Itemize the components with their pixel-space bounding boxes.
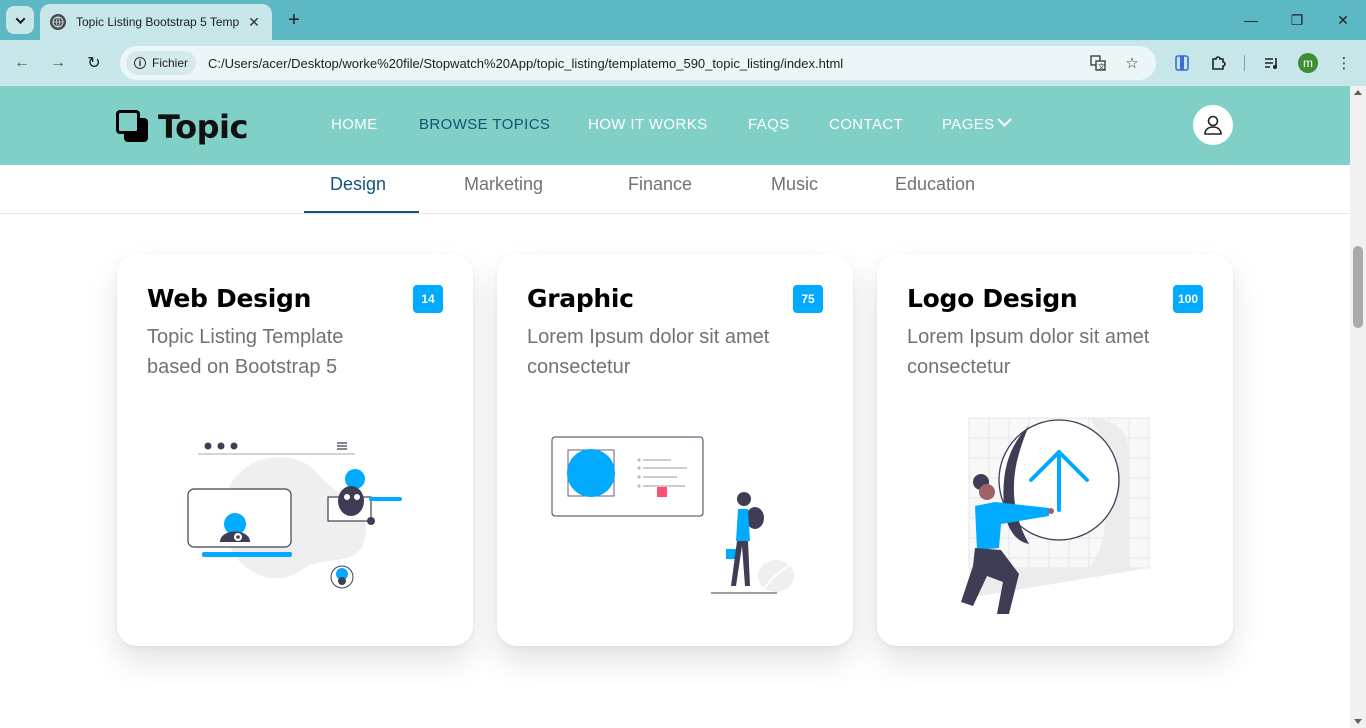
minimize-button[interactable]: — — [1228, 0, 1274, 40]
brand-name: Topic — [158, 108, 248, 146]
tab-design[interactable]: Design — [330, 174, 386, 195]
reload-button[interactable]: ↻ — [80, 49, 108, 77]
card-title: Logo Design — [907, 284, 1078, 313]
squares-icon — [116, 110, 150, 144]
info-icon: i — [134, 57, 146, 69]
user-account-button[interactable] — [1193, 105, 1233, 145]
site-info-chip[interactable]: i Fichier — [126, 51, 197, 75]
browser-toolbar: ← → ↻ i Fichier C:/Users/acer/Desktop/wo… — [0, 40, 1366, 86]
tab-music[interactable]: Music — [771, 174, 818, 195]
browser-titlebar: Topic Listing Bootstrap 5 Temp ✕ + — ❐ ✕ — [0, 0, 1366, 40]
topic-card-graphic[interactable]: Graphic Lorem Ipsum dolor sit amet conse… — [497, 254, 853, 646]
card-description: Topic Listing Template based on Bootstra… — [147, 326, 344, 378]
kebab-menu-icon[interactable]: ⋮ — [1334, 53, 1354, 73]
globe-icon — [50, 14, 66, 30]
toolbar-divider — [1244, 55, 1245, 71]
nav-contact[interactable]: CONTACT — [829, 116, 903, 133]
translate-icon[interactable]: 文 — [1088, 53, 1108, 73]
bookmark-star-icon[interactable]: ☆ — [1122, 53, 1142, 73]
scroll-up-arrow-icon[interactable] — [1354, 90, 1362, 95]
page-viewport: Topic HOME BROWSE TOPICS HOW IT WORKS FA… — [0, 86, 1350, 728]
card-description: Lorem Ipsum dolor sit amet consectetur — [907, 326, 1150, 378]
address-bar[interactable]: i Fichier C:/Users/acer/Desktop/worke%20… — [120, 46, 1156, 80]
back-button[interactable]: ← — [8, 49, 36, 77]
site-navbar: Topic HOME BROWSE TOPICS HOW IT WORKS FA… — [0, 86, 1350, 165]
close-tab-icon[interactable]: ✕ — [246, 14, 262, 30]
logo-design-illustration — [961, 417, 1150, 614]
nav-how-it-works[interactable]: HOW IT WORKS — [588, 116, 708, 133]
svg-text:文: 文 — [1098, 62, 1105, 71]
nav-pages-dropdown[interactable]: PAGES — [942, 112, 1012, 133]
brand-logo[interactable]: Topic — [116, 108, 248, 146]
nav-browse-topics[interactable]: BROWSE TOPICS — [419, 116, 550, 133]
topic-card-logo-design[interactable]: Logo Design Lorem Ipsum dolor sit amet c… — [877, 254, 1233, 646]
tab-title: Topic Listing Bootstrap 5 Temp — [76, 15, 240, 29]
site-chip-label: Fichier — [152, 56, 189, 70]
topic-count-badge: 75 — [793, 285, 823, 313]
tab-finance[interactable]: Finance — [628, 174, 692, 195]
scroll-down-arrow-icon[interactable] — [1354, 719, 1362, 724]
profile-avatar[interactable]: m — [1298, 53, 1318, 73]
tab-marketing[interactable]: Marketing — [464, 174, 543, 195]
tab-search-button[interactable] — [6, 6, 34, 34]
media-control-icon[interactable] — [1262, 53, 1282, 73]
new-tab-button[interactable]: + — [282, 8, 306, 32]
scrollbar-thumb[interactable] — [1353, 246, 1363, 328]
topic-count-badge: 14 — [413, 285, 443, 313]
page-scrollbar[interactable] — [1350, 86, 1366, 728]
browser-tab[interactable]: Topic Listing Bootstrap 5 Temp ✕ — [40, 4, 272, 40]
topic-count-badge: 100 — [1173, 285, 1203, 313]
extensions-icon[interactable] — [1208, 53, 1228, 73]
graphic-illustration — [551, 436, 794, 595]
chevron-down-icon — [997, 112, 1012, 127]
chevron-down-icon — [15, 13, 25, 24]
topic-card-web-design[interactable]: Web Design Topic Listing Template based … — [117, 254, 473, 646]
tab-education[interactable]: Education — [895, 174, 975, 195]
nav-faqs[interactable]: FAQS — [748, 116, 790, 133]
url-text[interactable]: C:/Users/acer/Desktop/worke%20file/Stopw… — [208, 56, 843, 71]
close-window-button[interactable]: ✕ — [1320, 0, 1366, 40]
card-description: Lorem Ipsum dolor sit amet consectetur — [527, 326, 770, 378]
reading-mode-icon[interactable] — [1172, 53, 1192, 73]
nav-home[interactable]: HOME — [331, 116, 378, 133]
active-tab-indicator — [304, 211, 419, 213]
card-title: Web Design — [147, 284, 312, 313]
topic-tabs: Design Marketing Finance Music Education — [0, 165, 1350, 214]
web-design-illustration — [187, 442, 402, 589]
user-icon — [1204, 115, 1222, 135]
nav-pages-label: PAGES — [942, 116, 995, 133]
forward-button[interactable]: → — [44, 49, 72, 77]
card-title: Graphic — [527, 284, 634, 313]
restore-button[interactable]: ❐ — [1274, 0, 1320, 40]
